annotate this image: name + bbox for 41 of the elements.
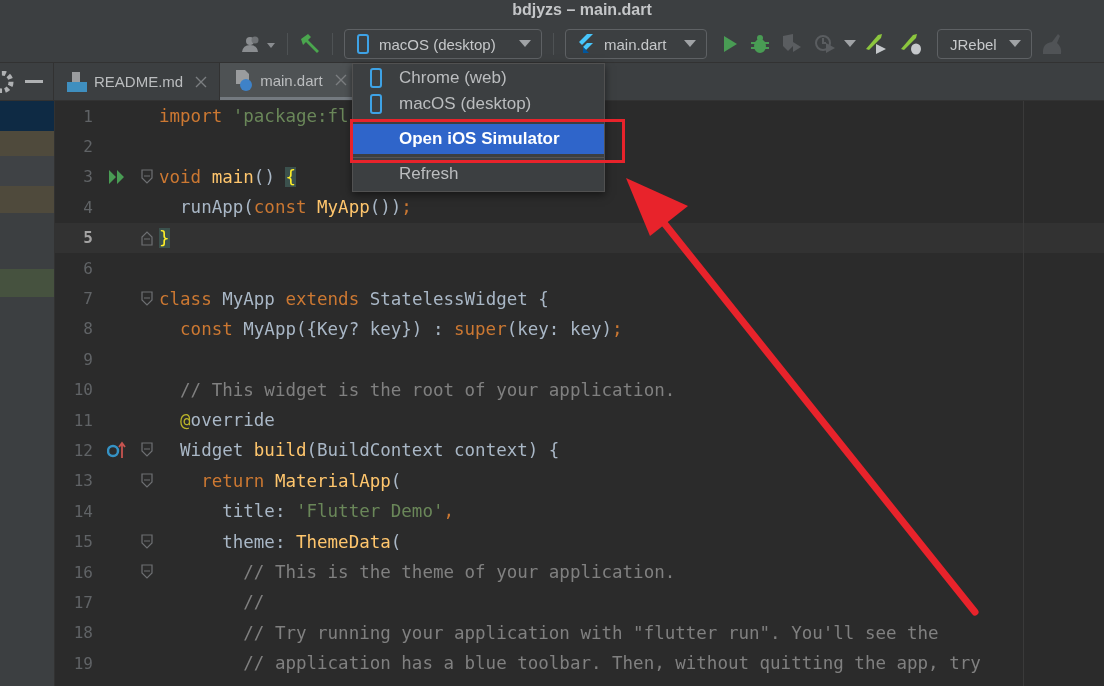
code-line: theme: ThemeData( (221, 531, 402, 552)
line-number: 14 (72, 501, 93, 521)
line-number: 12 (72, 441, 93, 460)
window-title: bdjyzs – main.dart (512, 1, 652, 19)
line-number: 1 (82, 106, 93, 126)
code-line: void main() { (159, 166, 296, 187)
code-line: title: 'Flutter Demo', (221, 501, 455, 522)
plugin-selector[interactable]: JRebel (937, 29, 1032, 59)
line-number: 13 (72, 471, 93, 491)
line-number: 5 (82, 228, 93, 248)
run-config-selector[interactable]: main.dart (565, 29, 707, 59)
line-number: 19 (72, 653, 93, 673)
line-number: 9 (82, 349, 93, 369)
line-number: 15 (72, 532, 93, 552)
menu-item[interactable]: Open iOS Simulator (353, 124, 604, 154)
line-number: 2 (82, 137, 93, 157)
line-number: 18 (72, 623, 93, 643)
code-line: class MyApp extends StatelessWidget { (159, 288, 549, 309)
line-number: 16 (72, 562, 93, 582)
code-line: const MyApp({Key? key}) : super(key: key); (179, 318, 623, 339)
code-line: // This widget is the root of your application. (179, 379, 676, 400)
code-line: // Try running your application with "flutter run". You'll see the (242, 622, 939, 643)
line-number: 17 (72, 592, 93, 612)
line-number: 7 (82, 289, 93, 309)
code-line: Widget build(BuildContext context) { (179, 440, 560, 461)
code-line: @override (179, 410, 275, 431)
code-line: // application has a blue toolbar. Then, without quitting the app, try (242, 653, 981, 674)
menu-item[interactable]: Refresh (353, 161, 604, 187)
code-line: import 'package:fl (159, 106, 349, 127)
line-number: 11 (72, 410, 93, 430)
code-line: runApp(const MyApp()); (179, 197, 412, 218)
line-number: 10 (72, 380, 93, 400)
line-number: 4 (82, 197, 93, 217)
file-tab[interactable]: README.md (54, 63, 221, 100)
line-number: 6 (82, 258, 93, 278)
code-line: // (242, 592, 265, 613)
device-selector[interactable]: macOS (desktop) (344, 29, 542, 59)
line-number: 8 (82, 319, 93, 339)
line-number: 3 (82, 167, 93, 187)
code-line: // This is the theme of your application. (242, 562, 676, 583)
code-line: return MaterialApp( (200, 470, 402, 491)
